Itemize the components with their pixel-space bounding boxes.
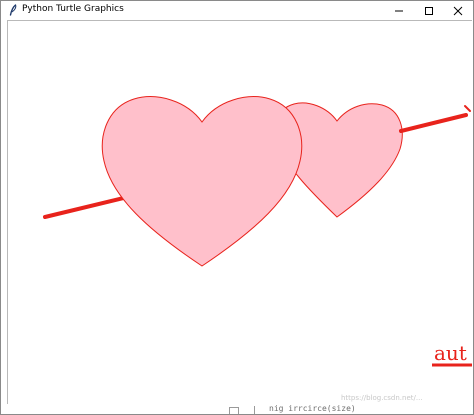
background-code-text: nig irrcirce(size) (269, 404, 356, 413)
maximize-button[interactable] (414, 1, 444, 20)
big-heart (101, 96, 303, 267)
maximize-icon (425, 6, 433, 15)
turtle-drawing: aut (43, 96, 472, 367)
turtle-feather-icon (9, 4, 17, 16)
watermark-text: https://blog.csdn.net/... (341, 394, 423, 402)
turtle-window: Python Turtle Graphics aut https://blog.… (0, 0, 474, 415)
background-window-peek: nig irrcirce(size) (1, 404, 473, 414)
checkbox-peek (229, 407, 239, 414)
turtle-canvas[interactable]: aut (7, 20, 472, 405)
arrow-head-tip (464, 105, 471, 112)
turtle-written-text: aut (434, 341, 467, 365)
gutter-mark (254, 406, 255, 414)
arrow-shaft-right (399, 113, 468, 133)
arrow-shaft-left (43, 195, 130, 219)
minimize-button[interactable] (384, 1, 414, 20)
close-icon (453, 6, 463, 15)
minimize-icon (395, 10, 403, 11)
close-button[interactable] (443, 1, 473, 20)
window-title: Python Turtle Graphics (22, 4, 124, 14)
title-bar[interactable]: Python Turtle Graphics (1, 1, 473, 20)
